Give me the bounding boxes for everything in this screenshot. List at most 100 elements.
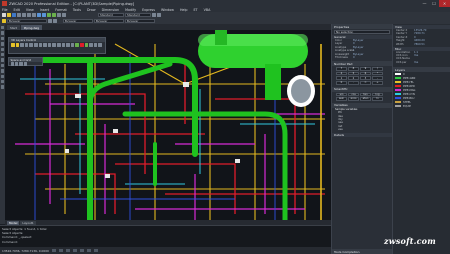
properties-icon[interactable] bbox=[57, 13, 61, 17]
menu-help[interactable]: Help bbox=[180, 8, 188, 12]
copy-icon[interactable] bbox=[27, 13, 31, 17]
pan-icon[interactable] bbox=[47, 13, 51, 17]
layer-states-icon[interactable] bbox=[47, 43, 52, 47]
copy-tool-icon[interactable] bbox=[0, 69, 5, 73]
layer-lock-icon[interactable] bbox=[15, 43, 20, 47]
key-5[interactable]: 5 bbox=[348, 71, 359, 76]
open-file-icon[interactable] bbox=[7, 13, 11, 17]
menu-format[interactable]: Format bbox=[55, 8, 67, 12]
key-minus[interactable]: - bbox=[372, 76, 383, 80]
osnap-toggle-icon[interactable] bbox=[79, 248, 84, 253]
layer-translate-icon[interactable] bbox=[93, 43, 98, 47]
layer-previous-icon[interactable] bbox=[53, 19, 57, 23]
prop-width[interactable]: Width 7860.51 bbox=[393, 42, 450, 46]
prop-thickness[interactable]: Thickness 0 bbox=[332, 56, 392, 59]
paste-icon[interactable] bbox=[32, 13, 36, 17]
redo-icon[interactable] bbox=[42, 13, 46, 17]
lineweight-combo[interactable]: ByLayer bbox=[125, 19, 155, 23]
grid-toggle-icon[interactable] bbox=[58, 248, 63, 253]
key-acos[interactable]: acos bbox=[348, 97, 359, 101]
layer-match-icon[interactable] bbox=[29, 43, 33, 47]
menu-tools[interactable]: Tools bbox=[73, 8, 81, 12]
key-9[interactable]: 9 bbox=[360, 67, 371, 71]
menu-insert[interactable]: Insert bbox=[40, 8, 49, 12]
layer-manager-icon[interactable] bbox=[2, 19, 6, 23]
menu-vba[interactable]: VBA bbox=[204, 8, 211, 12]
menu-file[interactable]: File bbox=[2, 8, 8, 12]
design-center-icon[interactable] bbox=[62, 13, 66, 17]
key-cos[interactable]: cos bbox=[348, 92, 359, 97]
otrack-toggle-icon[interactable] bbox=[86, 248, 91, 253]
print-icon[interactable] bbox=[17, 13, 21, 17]
zoom-icon[interactable] bbox=[52, 13, 56, 17]
menu-modify[interactable]: Modify bbox=[125, 8, 136, 12]
trim-tool-icon[interactable] bbox=[0, 79, 5, 84]
menu-dimension[interactable]: Dimension bbox=[102, 8, 120, 12]
key-3[interactable]: 3 bbox=[360, 76, 371, 80]
save-icon[interactable] bbox=[12, 13, 16, 17]
key-sin[interactable]: sin bbox=[336, 92, 347, 97]
key-tan[interactable]: tan bbox=[360, 92, 371, 97]
layer-settings-icon[interactable] bbox=[89, 43, 93, 47]
extend-tool-icon[interactable] bbox=[0, 85, 5, 89]
cut-icon[interactable] bbox=[22, 13, 26, 17]
minimize-button[interactable]: — bbox=[420, 0, 429, 7]
layer-off-icon[interactable] bbox=[24, 43, 29, 47]
linetype-combo[interactable]: ByLayer bbox=[94, 19, 124, 23]
tab-piping-drawing[interactable]: Piping.dwg bbox=[20, 25, 43, 30]
snap-toggle-icon[interactable] bbox=[51, 248, 56, 253]
grid-icon[interactable] bbox=[10, 62, 14, 66]
line-tool-icon[interactable] bbox=[0, 26, 5, 30]
ortho-toggle-icon[interactable] bbox=[65, 248, 70, 253]
polar-icon[interactable] bbox=[23, 62, 28, 66]
key-log[interactable]: log bbox=[372, 92, 383, 97]
textstyle-combo[interactable]: Standard bbox=[98, 13, 124, 17]
layer-unisolate-icon[interactable] bbox=[56, 43, 61, 47]
arc-tool-icon[interactable] bbox=[0, 42, 5, 46]
layer-thaw-icon[interactable] bbox=[66, 43, 70, 47]
make-current-icon[interactable] bbox=[48, 19, 52, 23]
layer-red-icon[interactable] bbox=[79, 43, 84, 47]
tab-start[interactable]: Start bbox=[7, 25, 20, 30]
rectangle-tool-icon[interactable] bbox=[0, 47, 5, 51]
rotate-tool-icon[interactable] bbox=[0, 74, 5, 78]
layer-current-icon[interactable] bbox=[75, 43, 79, 47]
table-style-icon[interactable] bbox=[152, 13, 156, 17]
layer-combo[interactable]: ByLayer bbox=[7, 19, 47, 23]
key-asin[interactable]: asin bbox=[336, 97, 347, 101]
variable-item[interactable]: vee bbox=[332, 128, 392, 131]
command-line[interactable]: Select objects: 1 found, 1 total Select … bbox=[0, 225, 331, 247]
layer-freeze-icon[interactable] bbox=[11, 43, 15, 47]
tab-layout1[interactable]: Layout1 bbox=[20, 220, 36, 225]
key-ln[interactable]: ln bbox=[372, 97, 383, 101]
close-button[interactable]: ✕ bbox=[439, 0, 450, 7]
menu-edit[interactable]: Edit bbox=[14, 8, 20, 12]
snap-icon[interactable] bbox=[14, 62, 19, 66]
color-combo[interactable]: ByLayer bbox=[63, 19, 93, 23]
layer-prev-icon[interactable] bbox=[52, 43, 56, 47]
layer-isolate-icon[interactable] bbox=[20, 43, 24, 47]
new-file-icon[interactable] bbox=[2, 13, 6, 17]
key-equals[interactable]: = bbox=[360, 80, 371, 85]
layer-merge-icon[interactable] bbox=[38, 43, 43, 47]
key-multiply[interactable]: * bbox=[372, 71, 383, 76]
hatch-tool-icon[interactable] bbox=[0, 52, 5, 57]
key-6[interactable]: 6 bbox=[360, 71, 371, 76]
menu-express[interactable]: Express bbox=[142, 8, 155, 12]
key-atan[interactable]: atan bbox=[360, 97, 371, 101]
lineweight-toggle-icon[interactable] bbox=[93, 248, 98, 253]
text-tool-icon[interactable] bbox=[0, 58, 5, 62]
dimstyle-combo[interactable]: Standard bbox=[125, 13, 151, 17]
tab-model[interactable]: Model bbox=[7, 220, 20, 225]
key-4[interactable]: 4 bbox=[336, 71, 347, 76]
key-plus[interactable]: + bbox=[372, 80, 383, 85]
key-0[interactable]: 0 bbox=[336, 80, 347, 85]
layer-delete-icon[interactable] bbox=[43, 43, 47, 47]
key-8[interactable]: 8 bbox=[348, 67, 359, 71]
key-divide[interactable]: / bbox=[372, 67, 383, 71]
menu-draw[interactable]: Draw bbox=[87, 8, 96, 12]
layer-on-icon[interactable] bbox=[61, 43, 66, 47]
selection-combo[interactable]: No selection bbox=[334, 30, 390, 34]
undo-icon[interactable] bbox=[37, 13, 41, 17]
key-dot[interactable]: . bbox=[348, 80, 359, 85]
